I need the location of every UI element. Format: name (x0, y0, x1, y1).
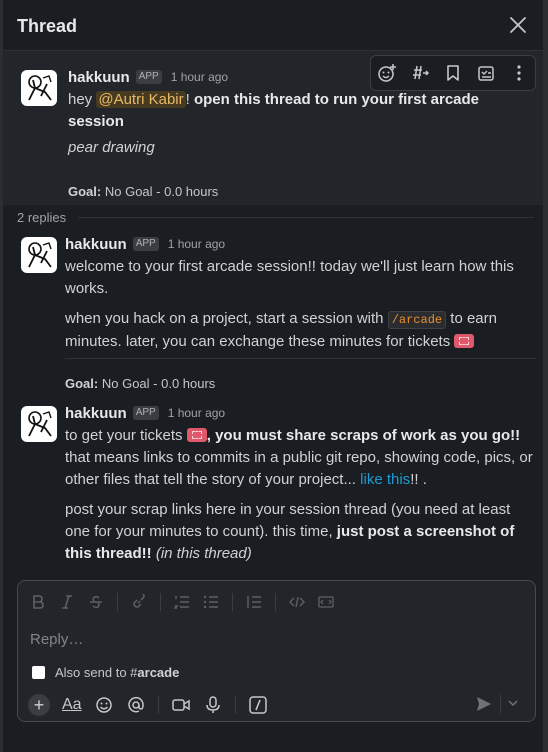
app-badge: APP (135, 70, 162, 84)
task-icon[interactable] (476, 63, 496, 83)
avatar[interactable] (21, 70, 57, 106)
author-name[interactable]: hakkuun (68, 69, 130, 86)
italic-line: pear drawing (68, 139, 155, 156)
also-send-checkbox[interactable] (32, 666, 45, 679)
italic-icon[interactable] (59, 594, 75, 610)
toolbar-divider (160, 593, 161, 611)
channel-forward-icon[interactable] (410, 63, 430, 83)
goal-line: Goal: No Goal - 0.0 hours (68, 184, 219, 199)
message-text: post your scrap links here in your sessi… (65, 501, 515, 562)
divider (65, 358, 536, 359)
message-text: when you hack on a project, start a sess… (65, 310, 497, 350)
ticket-emoji-icon (454, 334, 475, 348)
toolbar-divider (117, 593, 118, 611)
toolbar-divider (157, 696, 159, 714)
app-badge: APP (132, 406, 159, 420)
code-block-icon[interactable] (318, 594, 334, 610)
emoji-icon[interactable] (94, 695, 114, 715)
formatting-toggle-button[interactable]: Aa (62, 696, 82, 714)
replies-divider (78, 217, 534, 218)
message-meta: hakkuun APP 1 hour ago (65, 403, 225, 423)
window-right-edge (543, 0, 548, 752)
channel-name: arcade (137, 665, 180, 680)
replies-count: 2 replies (17, 210, 67, 225)
timestamp[interactable]: 1 hour ago (168, 406, 225, 420)
app-badge: APP (132, 237, 159, 251)
toolbar-divider (275, 593, 276, 611)
author-name[interactable]: hakkuun (65, 405, 127, 422)
more-vertical-icon[interactable] (509, 63, 529, 83)
slash-command-icon[interactable] (248, 695, 268, 715)
bold-icon[interactable] (30, 594, 46, 610)
formatting-toolbar (30, 593, 334, 611)
toolbar-divider (232, 593, 233, 611)
ticket-emoji-icon (186, 428, 207, 442)
inline-code: /arcade (387, 311, 447, 329)
toolbar-divider (500, 695, 501, 713)
emoji-reaction-icon[interactable] (377, 63, 397, 83)
message-meta: hakkuun APP 1 hour ago (68, 67, 228, 87)
timestamp[interactable]: 1 hour ago (171, 70, 228, 84)
link-icon[interactable] (131, 593, 147, 610)
code-icon[interactable] (289, 594, 305, 610)
message-text: to get your tickets , you must share scr… (65, 427, 533, 488)
block-quote-icon[interactable] (246, 594, 262, 610)
toolbar-divider (234, 696, 236, 714)
message-text: welcome to your first arcade session!! t… (65, 258, 514, 297)
also-send-option: Also send to #arcade (32, 665, 179, 680)
avatar[interactable] (21, 237, 57, 273)
like-this-link[interactable]: like this (360, 471, 410, 488)
microphone-icon[interactable] (203, 695, 223, 715)
send-icon[interactable] (475, 695, 493, 713)
timestamp[interactable]: 1 hour ago (168, 237, 225, 251)
ordered-list-icon[interactable] (173, 594, 190, 610)
chevron-down-icon[interactable] (507, 697, 519, 709)
strikethrough-icon[interactable] (88, 594, 104, 610)
user-mention[interactable]: @Autri Kabir (96, 91, 186, 108)
bullet-list-icon[interactable] (203, 594, 219, 610)
mention-icon[interactable] (126, 695, 146, 715)
thread-title: Thread (17, 16, 78, 36)
thread-header: Thread (3, 0, 543, 51)
avatar[interactable] (21, 406, 57, 442)
video-icon[interactable] (171, 695, 191, 715)
message-text: hey @Autri Kabir! open this thread to ru… (68, 91, 480, 130)
reply-composer[interactable]: Reply… Also send to #arcade + Aa (17, 580, 536, 722)
author-name[interactable]: hakkuun (65, 236, 127, 253)
reply-input[interactable]: Reply… (30, 631, 83, 648)
composer-actions: + Aa (28, 693, 525, 717)
message-actions-toolbar (370, 55, 536, 91)
bookmark-icon[interactable] (443, 63, 463, 83)
message-meta: hakkuun APP 1 hour ago (65, 234, 225, 254)
goal-line: Goal: No Goal - 0.0 hours (65, 376, 216, 391)
also-send-label: Also send to (55, 665, 127, 680)
close-icon[interactable] (507, 14, 529, 36)
plus-icon[interactable]: + (28, 694, 50, 716)
